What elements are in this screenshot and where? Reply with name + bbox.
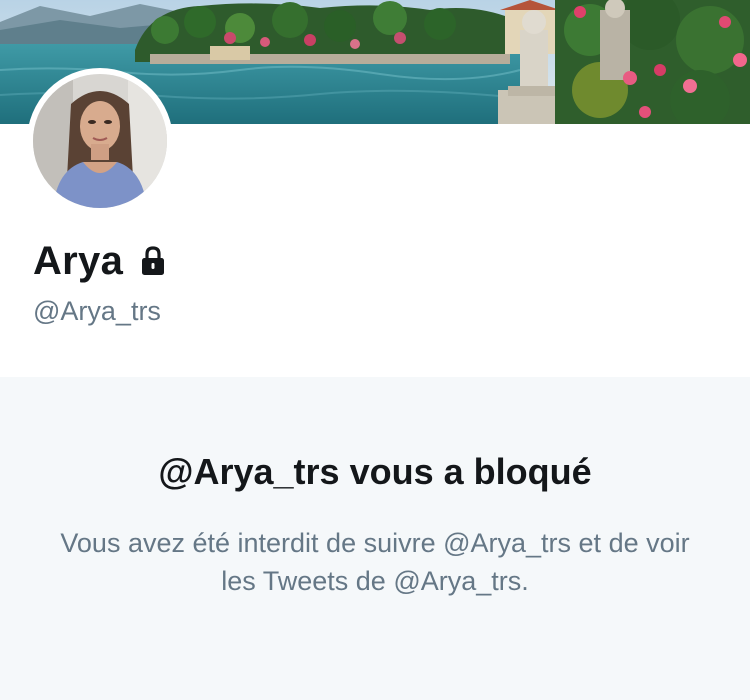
profile-name: Arya bbox=[33, 239, 124, 283]
avatar-photo bbox=[33, 74, 167, 208]
profile-handle: @Arya_trs bbox=[33, 296, 161, 326]
avatar-image bbox=[33, 74, 167, 208]
lock-icon bbox=[137, 245, 169, 277]
profile-page: Arya @Arya_trs @Arya_trs vous a bloqué V… bbox=[0, 0, 750, 700]
blocked-title: @Arya_trs vous a bloqué bbox=[158, 451, 592, 492]
blocked-message: Vous avez été interdit de suivre @Arya_t… bbox=[60, 528, 690, 596]
profile-name-row: Arya bbox=[33, 237, 169, 285]
avatar[interactable] bbox=[27, 68, 173, 214]
